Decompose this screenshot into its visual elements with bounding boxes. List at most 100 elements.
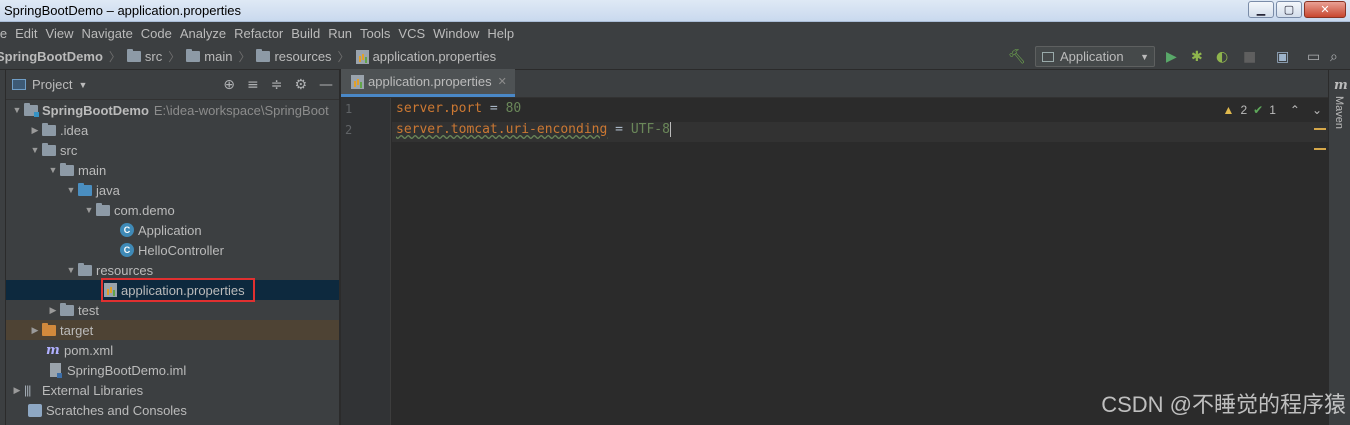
tree-node-src[interactable]: ▼ src: [6, 140, 339, 160]
hide-panel-icon[interactable]: —: [319, 77, 333, 93]
chevron-down-icon[interactable]: ▼: [64, 185, 78, 195]
property-value: 80: [505, 101, 522, 116]
tree-node-resources[interactable]: ▼ resources: [6, 260, 339, 280]
menu-build[interactable]: Build: [291, 26, 320, 41]
project-structure-icon[interactable]: ▣: [1276, 49, 1289, 65]
text-cursor: [669, 122, 671, 137]
menu-view[interactable]: View: [46, 26, 74, 41]
locate-target-icon[interactable]: ⊕: [223, 77, 235, 93]
tree-node-label: resources: [96, 262, 154, 278]
tree-node-external-libraries[interactable]: ▶ ||| External Libraries: [6, 380, 339, 400]
project-view-icon: [12, 79, 26, 90]
tree-node-application-properties[interactable]: application.properties: [6, 280, 339, 300]
folder-icon: [60, 162, 74, 176]
breadcrumb-resources[interactable]: resources: [256, 49, 332, 64]
property-key: server.tomcat.uri-enconding: [396, 122, 608, 137]
menu-tools[interactable]: Tools: [360, 26, 390, 41]
error-stripe-mark[interactable]: [1314, 148, 1326, 150]
close-button[interactable]: ✕: [1304, 1, 1346, 18]
maximize-button[interactable]: ▢: [1276, 1, 1302, 18]
maven-icon: m: [1334, 78, 1348, 93]
tree-node-scratches[interactable]: Scratches and Consoles: [6, 400, 339, 420]
menu-window[interactable]: Window: [433, 26, 479, 41]
chevron-right-icon[interactable]: ▶: [28, 325, 42, 336]
tree-node-hellocontroller-class[interactable]: C HelloController: [6, 240, 339, 260]
menu-edit[interactable]: Edit: [15, 26, 37, 41]
presentation-icon[interactable]: ▭: [1307, 49, 1320, 65]
chevron-right-icon[interactable]: ▶: [10, 385, 24, 396]
chevron-down-icon[interactable]: ▼: [46, 165, 60, 175]
right-tool-stripe: m Maven: [1328, 70, 1350, 425]
minimize-button[interactable]: ▁: [1248, 1, 1274, 18]
breadcrumb-label: main: [204, 49, 233, 64]
chevron-down-icon[interactable]: ▼: [28, 145, 42, 155]
chevron-down-icon[interactable]: ▼: [64, 265, 78, 275]
menu-help[interactable]: Help: [487, 26, 514, 41]
line-number: 2: [345, 123, 353, 137]
menu-bar: le Edit View Navigate Code Analyze Refac…: [0, 22, 1350, 44]
tree-node-label: com.demo: [114, 202, 175, 218]
chevron-down-icon[interactable]: ▼: [10, 105, 24, 115]
tree-node-project-root[interactable]: ▼ SpringBootDemo E:\idea-workspace\Sprin…: [6, 100, 339, 120]
window-title: SpringBootDemo – application.properties: [4, 3, 242, 18]
coverage-icon[interactable]: ◐: [1216, 49, 1228, 65]
folder-icon: [60, 302, 74, 316]
chevron-down-icon: ▼: [78, 79, 88, 90]
breadcrumb-project[interactable]: SpringBootDemo: [0, 49, 103, 64]
chevron-down-icon[interactable]: ⌄: [1312, 103, 1322, 117]
breadcrumb-main[interactable]: main: [186, 49, 232, 64]
breadcrumb-src[interactable]: src: [126, 49, 163, 64]
project-header-actions: ⊕ ≡ ≑ ⚙ —: [223, 77, 333, 93]
tree-node-target[interactable]: ▶ target: [6, 320, 339, 340]
chevron-up-icon[interactable]: ⌃: [1290, 103, 1300, 117]
properties-file-icon: [355, 49, 369, 64]
tab-application-properties[interactable]: application.properties ✕: [341, 69, 515, 97]
stop-icon[interactable]: ■: [1243, 49, 1256, 65]
menu-vcs[interactable]: VCS: [398, 26, 425, 41]
maven-tool-button[interactable]: Maven: [1333, 96, 1345, 129]
code-line[interactable]: server.tomcat.uri-enconding = UTF-8: [396, 122, 671, 137]
breadcrumb-separator: 〉: [238, 50, 251, 64]
chevron-down-icon[interactable]: ▼: [82, 205, 96, 215]
menu-analyze[interactable]: Analyze: [180, 26, 226, 41]
debug-bug-icon[interactable]: ✱: [1191, 49, 1203, 65]
error-stripe-mark[interactable]: [1314, 128, 1326, 130]
tree-node-label: test: [78, 302, 99, 318]
project-view-selector[interactable]: Project ▼: [12, 77, 87, 92]
close-tab-icon[interactable]: ✕: [498, 75, 507, 88]
tree-node-java[interactable]: ▼ java: [6, 180, 339, 200]
inspection-widget[interactable]: ▲ 2 ✔ 1 ⌃ ⌄: [1223, 103, 1322, 117]
tree-node-iml[interactable]: SpringBootDemo.iml: [6, 360, 339, 380]
build-hammer-icon[interactable]: 🔨︎: [1008, 49, 1026, 65]
chevron-right-icon[interactable]: ▶: [46, 305, 60, 316]
tree-node-label: External Libraries: [42, 382, 144, 398]
title-bar: SpringBootDemo – application.properties …: [0, 0, 1350, 22]
menu-file[interactable]: le: [0, 26, 7, 41]
tree-node-idea[interactable]: ▶ .idea: [6, 120, 339, 140]
tree-node-application-class[interactable]: C Application: [6, 220, 339, 240]
menu-code[interactable]: Code: [141, 26, 172, 41]
class-icon: C: [120, 243, 134, 257]
tree-node-label: application.properties: [121, 282, 245, 298]
search-icon[interactable]: ⌕: [1330, 49, 1338, 65]
navigation-bar: SpringBootDemo 〉 src 〉 main 〉 resources …: [0, 44, 1350, 70]
tree-node-main[interactable]: ▼ main: [6, 160, 339, 180]
breadcrumb-file[interactable]: application.properties: [355, 49, 496, 64]
folder-icon: [42, 142, 56, 156]
menu-run[interactable]: Run: [328, 26, 352, 41]
breadcrumb-label: src: [144, 49, 163, 64]
tree-node-label: main: [78, 162, 107, 178]
run-configuration-select[interactable]: Application ▼: [1035, 46, 1155, 67]
editor-area: application.properties ✕ 1 2 server.port…: [341, 69, 1328, 425]
run-icon[interactable]: ▶: [1166, 49, 1177, 65]
menu-navigate[interactable]: Navigate: [81, 26, 132, 41]
tree-node-package[interactable]: ▼ com.demo: [6, 200, 339, 220]
menu-refactor[interactable]: Refactor: [234, 26, 283, 41]
chevron-right-icon[interactable]: ▶: [28, 125, 42, 136]
gear-icon[interactable]: ⚙: [294, 77, 307, 93]
code-line[interactable]: server.port = 80: [396, 101, 521, 116]
tree-node-pom[interactable]: m pom.xml: [6, 340, 339, 360]
tree-node-test[interactable]: ▶ test: [6, 300, 339, 320]
collapse-all-icon[interactable]: ≑: [271, 77, 283, 93]
expand-all-icon[interactable]: ≡: [247, 77, 259, 93]
